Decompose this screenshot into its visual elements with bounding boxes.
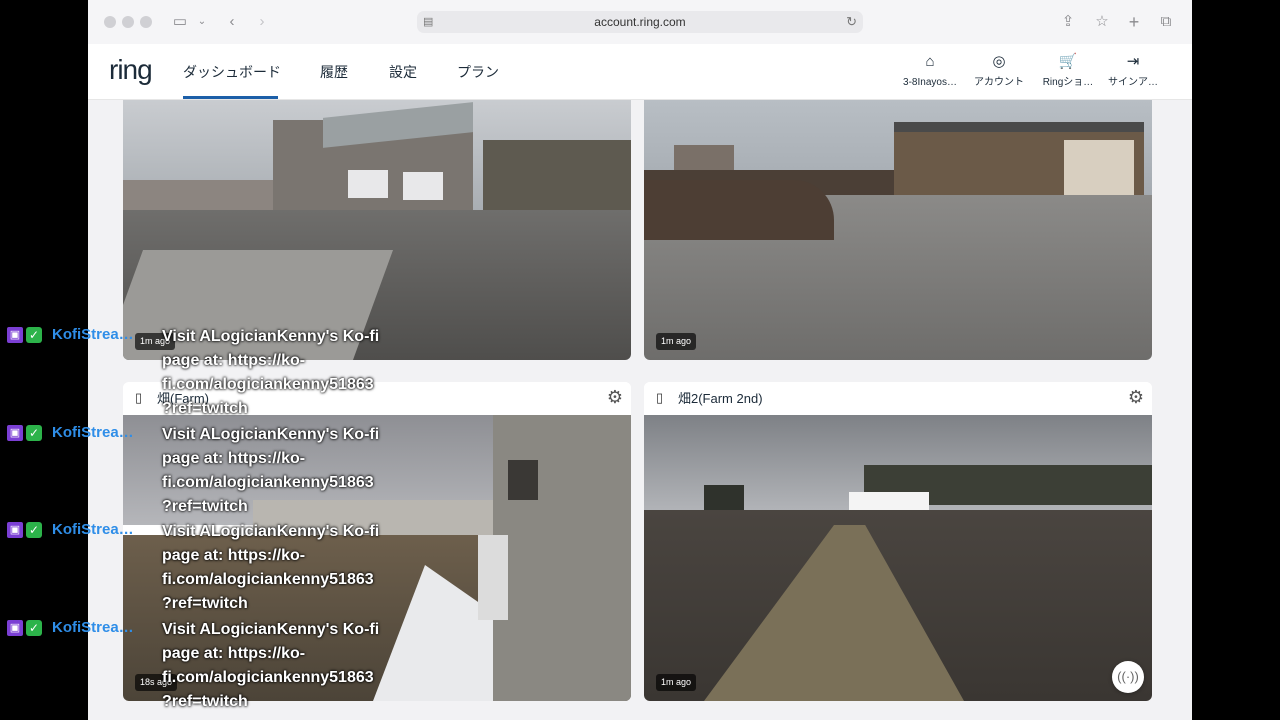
zoom-window-button[interactable]	[140, 16, 152, 28]
chat-username: KofiStrea…	[52, 326, 134, 343]
reload-icon[interactable]: ↻	[846, 11, 857, 33]
chat-message: ▣ ✓ KofiStrea… Visit ALogicianKenny's Ko-…	[0, 618, 1280, 714]
chat-message-text: Visit ALogicianKenny's Ko-fi page at: ht…	[162, 523, 380, 612]
chat-message: ▣ ✓ KofiStrea… Visit ALogicianKenny's Ko-…	[0, 423, 1280, 519]
signout-icon: ⇥	[1126, 53, 1140, 70]
checkmark-badge-icon: ✓	[26, 425, 42, 441]
back-icon[interactable]: ‹	[224, 10, 240, 34]
tab-overview-icon[interactable]: ⧉	[1156, 10, 1176, 34]
checkmark-badge-icon: ✓	[26, 522, 42, 538]
nav-ring-shop-label: Ringショ…	[1042, 77, 1094, 88]
address-bar[interactable]: ▤ account.ring.com ↻	[417, 11, 863, 33]
twitch-badge-icon: ▣	[7, 620, 23, 636]
nav-location[interactable]: ⌂ 3-8Inayos…	[895, 52, 965, 90]
home-icon: ⌂	[925, 53, 935, 70]
chat-message: ▣ ✓ KofiStrea… Visit ALogicianKenny's Ko-…	[0, 325, 1280, 421]
account-icon: ◎	[992, 53, 1006, 70]
tab-history[interactable]: 履歴	[320, 62, 348, 82]
twitch-badge-icon: ▣	[7, 327, 23, 343]
camera-snapshot[interactable]: 1m ago	[644, 100, 1152, 360]
camera-card[interactable]: 1m ago	[644, 100, 1152, 360]
chat-username: KofiStrea…	[52, 521, 134, 538]
bookmark-star-icon[interactable]: ☆	[1092, 10, 1112, 34]
ring-navbar: ring ダッシュボード 履歴 設定 プラン ⌂ 3-8Inayos… ◎ アカ…	[88, 44, 1192, 100]
active-tab-indicator	[183, 96, 278, 99]
minimize-window-button[interactable]	[122, 16, 134, 28]
ring-logo[interactable]: ring	[109, 52, 153, 88]
nav-account-label: アカウント	[974, 77, 1024, 88]
sidebar-toggle-icon[interactable]: ▭	[170, 10, 190, 34]
browser-toolbar: ▭ ⌄ ‹ › ▤ account.ring.com ↻ ⇪ ☆ + ⧉	[88, 0, 1192, 45]
chat-message: ▣ ✓ KofiStrea… Visit ALogicianKenny's Ko-…	[0, 520, 1280, 616]
nav-sign-out[interactable]: ⇥ サインア…	[1098, 52, 1168, 90]
forward-icon[interactable]: ›	[254, 10, 270, 34]
chevron-down-icon[interactable]: ⌄	[196, 10, 208, 34]
tab-settings[interactable]: 設定	[389, 62, 417, 82]
address-bar-url: account.ring.com	[594, 15, 686, 29]
nav-sign-out-label: サインア…	[1108, 77, 1158, 88]
nav-ring-shop[interactable]: 🛒 Ringショ…	[1033, 52, 1103, 90]
chat-message-text: Visit ALogicianKenny's Ko-fi page at: ht…	[162, 328, 380, 417]
cart-icon: 🛒	[1058, 53, 1078, 70]
tab-plan[interactable]: プラン	[457, 62, 499, 82]
nav-account[interactable]: ◎ アカウント	[964, 52, 1034, 90]
twitch-badge-icon: ▣	[7, 522, 23, 538]
share-icon[interactable]: ⇪	[1058, 10, 1078, 34]
chat-username: KofiStrea…	[52, 619, 134, 636]
chat-username: KofiStrea…	[52, 424, 134, 441]
checkmark-badge-icon: ✓	[26, 327, 42, 343]
tab-dashboard[interactable]: ダッシュボード	[183, 62, 281, 82]
checkmark-badge-icon: ✓	[26, 620, 42, 636]
camera-snapshot[interactable]: 1m ago	[123, 100, 631, 360]
camera-card[interactable]: 1m ago	[123, 100, 631, 360]
twitch-badge-icon: ▣	[7, 425, 23, 441]
chat-message-text: Visit ALogicianKenny's Ko-fi page at: ht…	[162, 621, 380, 710]
nav-location-label: 3-8Inayos…	[903, 77, 957, 88]
new-tab-icon[interactable]: +	[1124, 10, 1144, 34]
chat-message-text: Visit ALogicianKenny's Ko-fi page at: ht…	[162, 426, 380, 515]
close-window-button[interactable]	[104, 16, 116, 28]
